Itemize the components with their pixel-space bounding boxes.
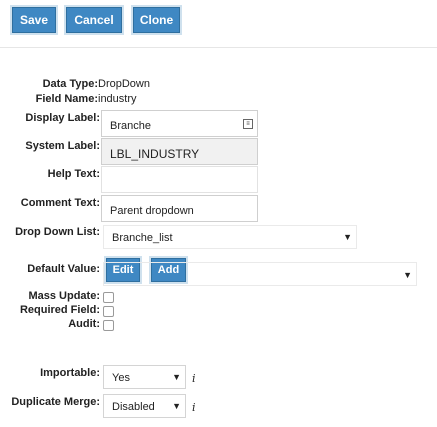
system-label-value: LBL_INDUSTRY bbox=[110, 147, 200, 161]
default-value-label: Default Value: bbox=[27, 263, 100, 275]
save-button[interactable]: Save bbox=[12, 7, 56, 33]
clone-button[interactable]: Clone bbox=[133, 7, 180, 33]
field-name-value: industry bbox=[98, 93, 137, 105]
default-value-select[interactable]: ▼ bbox=[103, 262, 417, 286]
field-name-label: Field Name: bbox=[35, 93, 98, 105]
dropdown-list-value: Branche_list bbox=[112, 232, 173, 244]
required-field-checkbox[interactable] bbox=[103, 306, 114, 317]
duplicate-merge-select[interactable]: Disabled ▼ bbox=[103, 394, 186, 418]
importable-select[interactable]: Yes ▼ bbox=[103, 365, 186, 389]
chevron-down-icon: ▼ bbox=[403, 270, 412, 280]
duplicate-merge-label: Duplicate Merge: bbox=[11, 396, 100, 408]
display-label-value: Branche bbox=[110, 120, 151, 132]
comment-text-label: Comment Text: bbox=[20, 197, 100, 209]
audit-label: Audit: bbox=[68, 318, 100, 330]
display-label-field[interactable]: Branche ≡ bbox=[101, 110, 258, 137]
mass-update-label: Mass Update: bbox=[28, 290, 100, 302]
data-type-value: DropDown bbox=[98, 78, 150, 90]
help-text-field[interactable] bbox=[101, 166, 258, 193]
display-label-label: Display Label: bbox=[25, 112, 100, 124]
toolbar: Save Cancel Clone bbox=[0, 0, 437, 48]
chevron-down-icon: ▼ bbox=[172, 372, 181, 382]
data-type-label: Data Type: bbox=[42, 78, 98, 90]
importable-value: Yes bbox=[112, 372, 130, 384]
translate-icon[interactable]: ≡ bbox=[243, 119, 253, 129]
info-icon[interactable]: i bbox=[192, 372, 196, 385]
importable-label: Importable: bbox=[40, 367, 100, 379]
duplicate-merge-value: Disabled bbox=[112, 401, 155, 413]
chevron-down-icon: ▼ bbox=[172, 401, 181, 411]
required-field-label: Required Field: bbox=[19, 304, 100, 316]
comment-text-field[interactable]: Parent dropdown bbox=[101, 195, 258, 222]
help-text-label: Help Text: bbox=[47, 168, 100, 180]
audit-checkbox[interactable] bbox=[103, 320, 114, 331]
cancel-button[interactable]: Cancel bbox=[66, 7, 122, 33]
dropdown-list-select[interactable]: Branche_list ▼ bbox=[103, 225, 357, 249]
chevron-down-icon: ▼ bbox=[343, 232, 352, 242]
system-label-label: System Label: bbox=[25, 140, 100, 152]
mass-update-checkbox[interactable] bbox=[103, 292, 114, 303]
system-label-field: LBL_INDUSTRY bbox=[101, 138, 258, 165]
toolbar-divider bbox=[0, 47, 437, 48]
dropdown-list-label: Drop Down List: bbox=[15, 226, 100, 238]
comment-text-value: Parent dropdown bbox=[110, 205, 194, 217]
info-icon[interactable]: i bbox=[192, 401, 196, 414]
